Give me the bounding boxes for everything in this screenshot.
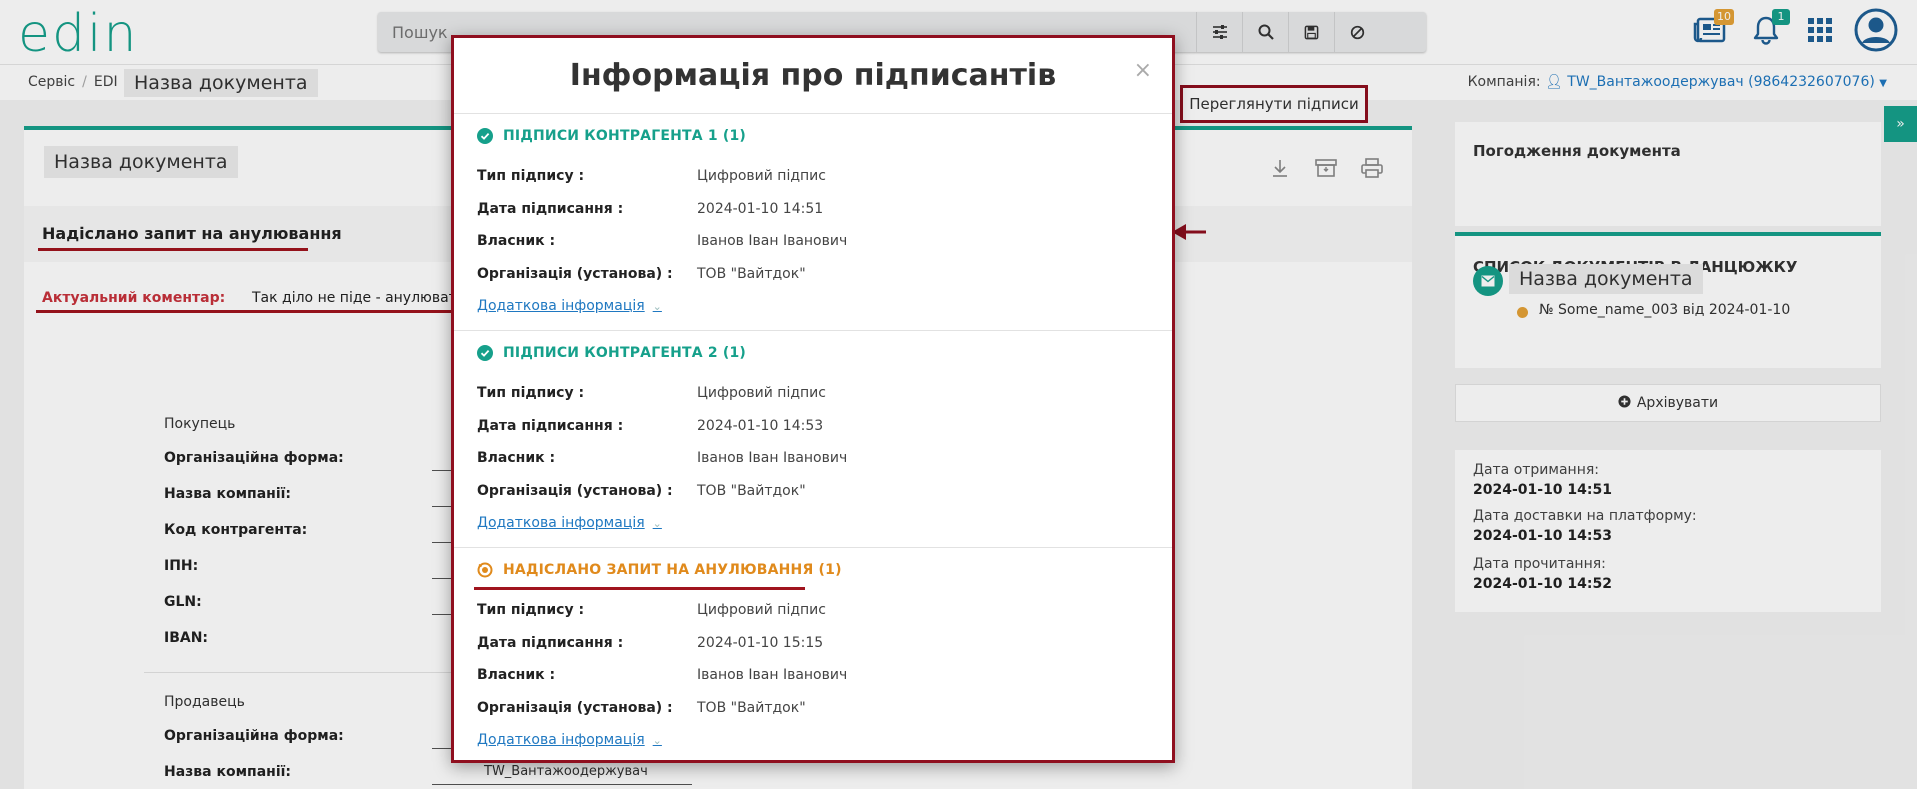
value-date: 2024-01-10 15:15 (697, 635, 824, 651)
signature-row-date: Дата підписання : 2024-01-10 14:51 (477, 201, 1157, 221)
key-type: Тип підпису : (477, 602, 585, 618)
signature-row-org: Організація (установа) : ТОВ "Вайтдок" (477, 266, 1157, 286)
key-owner: Власник : (477, 233, 556, 249)
chevron-down-icon: ⌄ (652, 299, 662, 313)
signers-info-modal: Інформація про підписантів × ПІДПИСИ КОН… (451, 35, 1175, 763)
value-owner: Іванов Іван Іванович (697, 450, 848, 466)
signature-heading-text: ПІДПИСИ КОНТРАГЕНТА 1 (1) (503, 128, 747, 144)
key-type: Тип підпису : (477, 168, 585, 184)
key-org: Організація (установа) : (477, 483, 673, 499)
value-org: ТОВ "Вайтдок" (697, 266, 806, 282)
signature-row-owner: Власник : Іванов Іван Іванович (477, 233, 1157, 253)
signature-row-type: Тип підпису : Цифровий підпис (477, 385, 1157, 405)
key-owner: Власник : (477, 667, 556, 683)
signature-block-1: ПІДПИСИ КОНТРАГЕНТА 1 (1) Тип підпису : Ц… (454, 114, 1172, 331)
signature-row-date: Дата підписання : 2024-01-10 15:15 (477, 635, 1157, 655)
signature-row-owner: Власник : Іванов Іван Іванович (477, 450, 1157, 470)
value-owner: Іванов Іван Іванович (697, 233, 848, 249)
value-org: ТОВ "Вайтдок" (697, 700, 806, 716)
chevron-down-icon: ⌄ (652, 733, 662, 747)
chevron-down-icon: ⌄ (652, 516, 662, 530)
check-circle-icon (477, 345, 493, 361)
check-circle-icon (477, 128, 493, 144)
signature-heading-text: НАДІСЛАНО ЗАПИТ НА АНУЛЮВАННЯ (1) (503, 562, 842, 578)
cancel-request-icon (477, 562, 493, 578)
more-info-text: Додаткова інформація (477, 515, 645, 531)
close-icon[interactable]: × (1134, 58, 1152, 83)
signature-block-3: НАДІСЛАНО ЗАПИТ НА АНУЛЮВАННЯ (1) Тип пі… (454, 548, 1172, 760)
key-date: Дата підписання : (477, 635, 624, 651)
signature-row-org: Організація (установа) : ТОВ "Вайтдок" (477, 483, 1157, 503)
key-date: Дата підписання : (477, 201, 624, 217)
more-info-link[interactable]: Додаткова інформація ⌄ (477, 732, 662, 748)
key-org: Організація (установа) : (477, 700, 673, 716)
signature-heading: ПІДПИСИ КОНТРАГЕНТА 2 (1) (477, 345, 746, 361)
value-type: Цифровий підпис (697, 385, 826, 401)
signature-heading: ПІДПИСИ КОНТРАГЕНТА 1 (1) (477, 128, 746, 144)
cancel-heading-underline (474, 587, 805, 590)
value-type: Цифровий підпис (697, 602, 826, 618)
key-org: Організація (установа) : (477, 266, 673, 282)
key-type: Тип підпису : (477, 385, 585, 401)
signature-block-2: ПІДПИСИ КОНТРАГЕНТА 2 (1) Тип підпису : Ц… (454, 331, 1172, 548)
key-owner: Власник : (477, 450, 556, 466)
signature-heading-text: ПІДПИСИ КОНТРАГЕНТА 2 (1) (503, 345, 747, 361)
more-info-link[interactable]: Додаткова інформація ⌄ (477, 515, 662, 531)
more-info-text: Додаткова інформація (477, 298, 645, 314)
key-date: Дата підписання : (477, 418, 624, 434)
modal-title: Інформація про підписантів (569, 58, 1057, 93)
modal-header: Інформація про підписантів × (454, 38, 1172, 114)
value-date: 2024-01-10 14:53 (697, 418, 824, 434)
signature-heading: НАДІСЛАНО ЗАПИТ НА АНУЛЮВАННЯ (1) (477, 562, 842, 578)
value-org: ТОВ "Вайтдок" (697, 483, 806, 499)
more-info-text: Додаткова інформація (477, 732, 645, 748)
value-type: Цифровий підпис (697, 168, 826, 184)
signature-row-owner: Власник : Іванов Іван Іванович (477, 667, 1157, 687)
more-info-link[interactable]: Додаткова інформація ⌄ (477, 298, 662, 314)
signature-row-type: Тип підпису : Цифровий підпис (477, 602, 1157, 622)
signature-row-org: Організація (установа) : ТОВ "Вайтдок" (477, 700, 1157, 720)
signature-row-type: Тип підпису : Цифровий підпис (477, 168, 1157, 188)
signature-row-date: Дата підписання : 2024-01-10 14:53 (477, 418, 1157, 438)
value-owner: Іванов Іван Іванович (697, 667, 848, 683)
value-date: 2024-01-10 14:51 (697, 201, 824, 217)
